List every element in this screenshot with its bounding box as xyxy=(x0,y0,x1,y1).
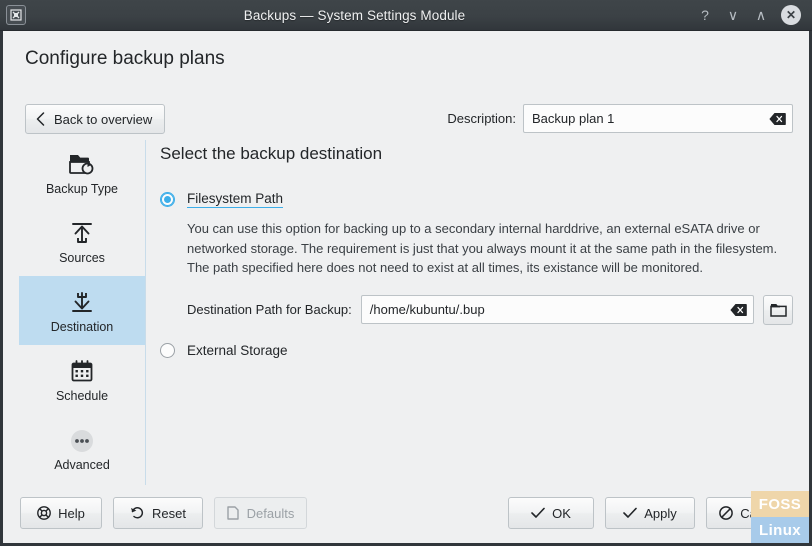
sidebar-item-label: Schedule xyxy=(55,389,109,403)
clear-text-icon[interactable] xyxy=(769,112,786,125)
settings-sidebar: Backup Type Sources Destination Schedule… xyxy=(19,138,145,483)
sidebar-item-label: Backup Type xyxy=(45,182,119,196)
ok-button[interactable]: OK xyxy=(508,497,594,529)
help-button-label: Help xyxy=(58,505,85,521)
destination-path-row: Destination Path for Backup: /home/kubun… xyxy=(187,294,793,325)
ellipsis-icon xyxy=(69,425,95,453)
reset-button-label: Reset xyxy=(152,505,186,521)
sidebar-item-schedule[interactable]: Schedule xyxy=(19,345,145,414)
help-button[interactable]: Help xyxy=(20,497,102,529)
sidebar-item-sources[interactable]: Sources xyxy=(19,207,145,276)
defaults-button[interactable]: Defaults xyxy=(214,497,307,529)
close-icon[interactable]: ✕ xyxy=(781,5,801,25)
back-to-overview-button[interactable]: Back to overview xyxy=(25,104,165,134)
maximize-icon[interactable]: ∧ xyxy=(753,7,769,23)
section-title: Select the backup destination xyxy=(160,144,383,163)
sidebar-item-label: Destination xyxy=(50,320,114,334)
document-icon xyxy=(226,506,240,520)
defaults-button-label: Defaults xyxy=(246,505,295,521)
radio-button-filesystem-path[interactable] xyxy=(160,192,175,207)
undo-icon xyxy=(130,506,145,520)
filesystem-path-help-text: You can use this option for backing up t… xyxy=(187,221,778,276)
folder-sync-icon xyxy=(68,149,96,177)
sidebar-item-destination[interactable]: Destination xyxy=(19,276,145,345)
apply-button-label: Apply xyxy=(644,505,677,521)
clear-text-icon[interactable] xyxy=(730,303,747,316)
check-icon xyxy=(531,507,545,519)
destination-path-value: /home/kubuntu/.bup xyxy=(369,302,485,318)
description-value: Backup plan 1 xyxy=(532,111,615,126)
bottom-right-buttons: OK Apply Cancel xyxy=(508,497,794,529)
destination-path-input[interactable]: /home/kubuntu/.bup xyxy=(360,295,754,325)
minimize-icon[interactable]: ∨ xyxy=(725,7,741,23)
page-title: Configure backup plans xyxy=(25,48,225,69)
lifebuoy-icon xyxy=(37,506,52,520)
help-button-icon[interactable]: ? xyxy=(697,7,713,23)
folder-open-icon xyxy=(769,302,787,318)
download-icon xyxy=(69,287,95,315)
cancel-button[interactable]: Cancel xyxy=(706,497,794,529)
radio-option-external-storage[interactable]: External Storage xyxy=(160,342,793,358)
check-icon xyxy=(623,507,638,519)
sidebar-divider xyxy=(145,140,146,485)
chevron-left-icon xyxy=(36,112,45,126)
description-input[interactable]: Backup plan 1 xyxy=(523,104,793,133)
back-button-label: Back to overview xyxy=(54,111,153,127)
bottom-left-buttons: Help Reset Defaults xyxy=(20,497,307,529)
ok-button-label: OK xyxy=(552,505,571,521)
radio-option-filesystem-path[interactable]: Filesystem Path xyxy=(160,191,793,208)
radio-button-external-storage[interactable] xyxy=(160,342,175,358)
upload-icon xyxy=(69,218,95,246)
reset-button[interactable]: Reset xyxy=(113,497,203,529)
cancel-button-label: Cancel xyxy=(740,505,781,521)
window-title: Backups — System Settings Module xyxy=(243,7,466,23)
browse-folder-button[interactable] xyxy=(763,294,793,325)
sidebar-item-label: Advanced xyxy=(54,458,110,472)
window-controls: ? ∨ ∧ ✕ xyxy=(697,5,801,25)
description-row: Description: Backup plan 1 xyxy=(447,104,793,133)
description-label: Description: xyxy=(447,111,516,126)
sidebar-item-label: Sources xyxy=(59,251,105,265)
calendar-icon xyxy=(69,356,95,384)
window-titlebar: Backups — System Settings Module ? ∨ ∧ ✕ xyxy=(0,0,812,31)
sidebar-item-backup-type[interactable]: Backup Type xyxy=(19,138,145,207)
sidebar-item-advanced[interactable]: Advanced xyxy=(19,414,145,483)
apply-button[interactable]: Apply xyxy=(605,497,695,529)
main-content: Select the backup destination Filesystem… xyxy=(160,144,793,358)
backups-settings-window: Backups — System Settings Module ? ∨ ∧ ✕… xyxy=(0,0,812,546)
radio-label-filesystem-path: Filesystem Path xyxy=(187,191,284,208)
no-entry-icon xyxy=(719,506,734,520)
radio-label-external-storage: External Storage xyxy=(187,342,288,358)
destination-path-label: Destination Path for Backup: xyxy=(187,302,352,318)
